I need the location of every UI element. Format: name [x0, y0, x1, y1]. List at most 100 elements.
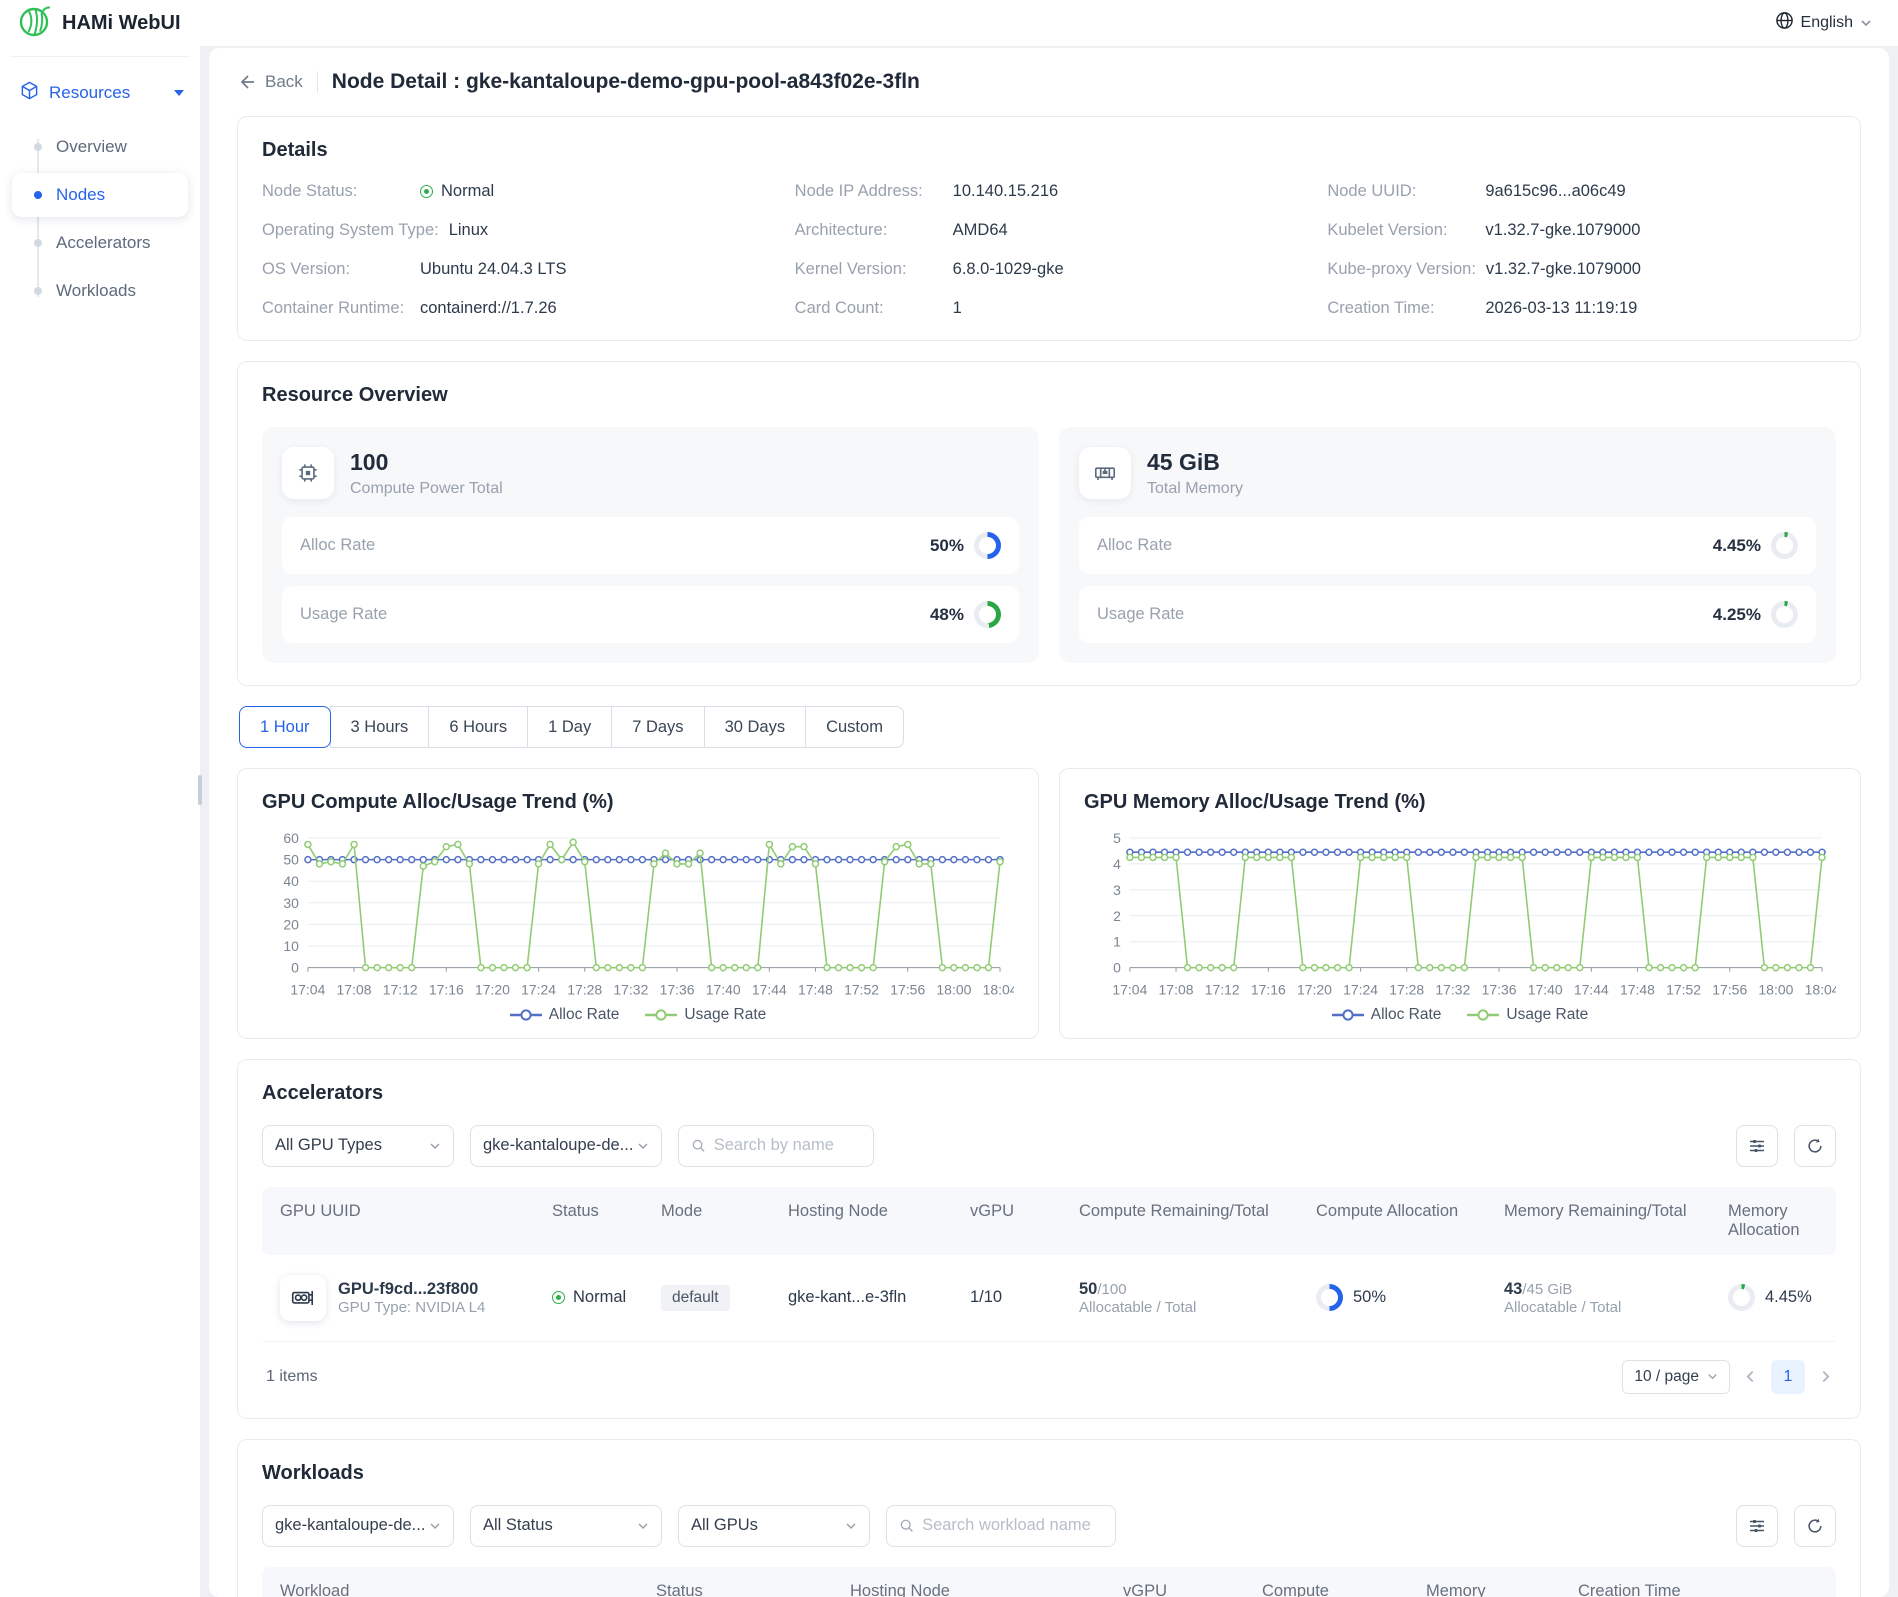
- field-kubeproxy-version: Kube-proxy Version:v1.32.7-gke.1079000: [1327, 260, 1836, 279]
- workloads-title: Workloads: [262, 1462, 1836, 1485]
- legend-item[interactable]: Alloc Rate: [510, 1006, 620, 1024]
- range-custom[interactable]: Custom: [805, 706, 904, 748]
- chart-legend: Alloc Rate Usage Rate: [1084, 1006, 1836, 1024]
- svg-text:17:20: 17:20: [1297, 982, 1332, 998]
- memory-remaining-total: 43/45 GiB Allocatable / Total: [1504, 1280, 1728, 1316]
- search-input[interactable]: [714, 1136, 861, 1155]
- vgpu-count: 1/10: [970, 1288, 1079, 1307]
- page-title: Node Detail : gke-kantaloupe-demo-gpu-po…: [332, 70, 920, 94]
- field-node-status: Node Status: Normal: [262, 182, 771, 201]
- sidebar-item-workloads[interactable]: Workloads: [12, 269, 188, 313]
- workload-node-select[interactable]: gke-kantaloupe-de...: [262, 1505, 454, 1547]
- range-1-hour[interactable]: 1 Hour: [239, 706, 331, 748]
- svg-text:10: 10: [283, 938, 299, 954]
- prev-page-button[interactable]: [1744, 1370, 1757, 1383]
- back-button[interactable]: Back: [237, 72, 303, 92]
- accelerators-title: Accelerators: [262, 1082, 1836, 1105]
- refresh-button[interactable]: [1794, 1505, 1836, 1547]
- time-range-group: 1 Hour 3 Hours 6 Hours 1 Day 7 Days 30 D…: [239, 706, 1861, 748]
- caret-down-icon: [174, 90, 184, 96]
- table-row[interactable]: GPU-f9cd...23f800 GPU Type: NVIDIA L4 No…: [262, 1255, 1836, 1342]
- column-settings-button[interactable]: [1736, 1125, 1778, 1167]
- chevron-down-icon: [637, 1140, 649, 1152]
- svg-text:17:36: 17:36: [1482, 982, 1517, 998]
- svg-text:17:32: 17:32: [613, 982, 648, 998]
- sidebar-collapse-handle[interactable]: [198, 775, 202, 805]
- bullet-icon: [34, 287, 42, 295]
- sidebar-menu-label: Resources: [49, 83, 130, 103]
- workload-status-select[interactable]: All Status: [470, 1505, 662, 1547]
- top-bar: HAMi WebUI English: [0, 0, 1898, 46]
- items-count: 1 items: [266, 1368, 318, 1386]
- accelerator-search: [678, 1125, 874, 1167]
- svg-text:17:20: 17:20: [475, 982, 510, 998]
- hosting-node: gke-kant...e-3fln: [788, 1288, 970, 1307]
- refresh-button[interactable]: [1794, 1125, 1836, 1167]
- workload-gpu-select[interactable]: All GPUs: [678, 1505, 870, 1547]
- compute-allocation-donut: [1316, 1284, 1343, 1311]
- legend-item[interactable]: Usage Rate: [645, 1006, 766, 1024]
- column-settings-button[interactable]: [1736, 1505, 1778, 1547]
- svg-text:17:24: 17:24: [1343, 982, 1378, 998]
- alloc-rate-donut: [974, 532, 1001, 559]
- node-select[interactable]: gke-kantaloupe-de...: [470, 1125, 662, 1167]
- chip-icon: [282, 447, 334, 499]
- sidebar-item-overview[interactable]: Overview: [12, 125, 188, 169]
- next-page-button[interactable]: [1819, 1370, 1832, 1383]
- gpu-compute-trend-chart: 010203040506017:0417:0817:1217:1617:2017…: [262, 828, 1014, 1004]
- memory-usage-rate-row: Usage Rate 4.25%: [1079, 586, 1816, 643]
- range-30-days[interactable]: 30 Days: [704, 706, 807, 748]
- sidebar-menu-resources[interactable]: Resources: [0, 71, 200, 121]
- svg-text:18:00: 18:00: [936, 982, 971, 998]
- range-1-day[interactable]: 1 Day: [527, 706, 612, 748]
- gpu-type-select[interactable]: All GPU Types: [262, 1125, 454, 1167]
- compute-total-value: 100: [350, 449, 503, 476]
- sidebar-item-nodes[interactable]: Nodes: [12, 173, 188, 217]
- search-input[interactable]: [922, 1516, 1103, 1535]
- range-6-hours[interactable]: 6 Hours: [428, 706, 528, 748]
- page-number[interactable]: 1: [1771, 1360, 1805, 1394]
- compute-alloc-rate-row: Alloc Rate 50%: [282, 517, 1019, 574]
- field-os-type: Operating System Type:Linux: [262, 221, 771, 240]
- memory-allocation-donut: [1728, 1284, 1755, 1311]
- gpu-card-icon: [280, 1275, 326, 1321]
- page-size-select[interactable]: 10 / page: [1622, 1360, 1730, 1394]
- legend-item[interactable]: Usage Rate: [1467, 1006, 1588, 1024]
- hami-logo-icon: [18, 4, 52, 43]
- svg-text:17:16: 17:16: [1251, 982, 1286, 998]
- brand: HAMi WebUI: [18, 4, 181, 43]
- sidebar-item-accelerators[interactable]: Accelerators: [12, 221, 188, 265]
- workloads-card: Workloads gke-kantaloupe-de... All Statu…: [237, 1439, 1861, 1597]
- svg-text:1: 1: [1113, 934, 1121, 950]
- gpu-uuid: GPU-f9cd...23f800: [338, 1280, 485, 1299]
- memory-allocation: 4.45%: [1728, 1284, 1818, 1311]
- workload-search: [886, 1505, 1116, 1547]
- svg-text:17:04: 17:04: [1112, 982, 1147, 998]
- range-7-days[interactable]: 7 Days: [611, 706, 704, 748]
- status-normal-icon: [552, 1291, 565, 1304]
- usage-rate-donut: [974, 601, 1001, 628]
- legend-item[interactable]: Alloc Rate: [1332, 1006, 1442, 1024]
- node-detail-page: Back Node Detail : gke-kantaloupe-demo-g…: [209, 48, 1889, 1597]
- field-creation-time: Creation Time:2026-03-13 11:19:19: [1327, 299, 1836, 318]
- chevron-down-icon: [1860, 17, 1872, 29]
- sidebar-submenu: Overview Nodes Accelerators Workloads: [0, 125, 200, 313]
- field-card-count: Card Count:1: [795, 299, 1304, 318]
- field-architecture: Architecture:AMD64: [795, 221, 1304, 240]
- field-container-runtime: Container Runtime:containerd://1.7.26: [262, 299, 771, 318]
- language-selector[interactable]: English: [1775, 11, 1872, 35]
- chart-title: GPU Memory Alloc/Usage Trend (%): [1084, 791, 1836, 814]
- svg-text:17:48: 17:48: [798, 982, 833, 998]
- svg-text:17:24: 17:24: [521, 982, 556, 998]
- svg-text:17:08: 17:08: [337, 982, 372, 998]
- chevron-down-icon: [637, 1520, 649, 1532]
- gpu-compute-trend-chart-card: GPU Compute Alloc/Usage Trend (%) 010203…: [237, 768, 1039, 1039]
- field-kernel-version: Kernel Version:6.8.0-1029-gke: [795, 260, 1304, 279]
- svg-text:17:32: 17:32: [1435, 982, 1470, 998]
- compute-remaining-total: 50/100 Allocatable / Total: [1079, 1280, 1316, 1316]
- bullet-icon: [34, 239, 42, 247]
- accelerators-card: Accelerators All GPU Types gke-kantaloup…: [237, 1059, 1861, 1419]
- details-card: Details Node Status: Normal Node IP Addr…: [237, 116, 1861, 341]
- range-3-hours[interactable]: 3 Hours: [330, 706, 430, 748]
- compute-stat-card: 100 Compute Power Total Alloc Rate 50% U…: [262, 427, 1039, 663]
